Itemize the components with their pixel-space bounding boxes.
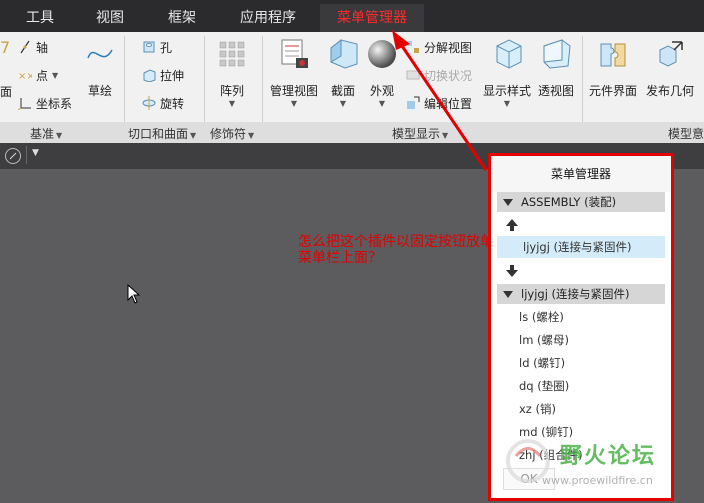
menu-item-label: xz (销) xyxy=(519,402,556,416)
collapse-triangle-icon xyxy=(503,199,513,206)
move-down-button[interactable] xyxy=(497,260,665,282)
menu-item[interactable]: ls (螺栓) xyxy=(497,306,665,328)
ljyjgj-section-header[interactable]: ljyjgj (连接与紧固件) xyxy=(497,284,665,304)
menu-item[interactable]: xz (销) xyxy=(497,398,665,420)
menu-item-label: lm (螺母) xyxy=(519,333,570,347)
menu-item-ljyjgj-selected[interactable]: ljyjgj (连接与紧固件) xyxy=(497,236,665,258)
assembly-section-header[interactable]: ASSEMBLY (装配) xyxy=(497,192,665,212)
assembly-section-label: ASSEMBLY (装配) xyxy=(521,195,617,209)
move-up-button[interactable] xyxy=(497,214,665,236)
ljyjgj-section-label: ljyjgj (连接与紧固件) xyxy=(521,287,630,301)
menu-item[interactable]: ld (螺钉) xyxy=(497,352,665,374)
dialog-title: 菜单管理器 xyxy=(491,156,671,192)
menu-item[interactable]: dq (垫圈) xyxy=(497,375,665,397)
menu-item-label: ls (螺栓) xyxy=(519,310,564,324)
watermark-url: www.proewildfire.cn xyxy=(542,474,653,487)
menu-item-label: ld (螺钉) xyxy=(519,356,566,370)
menu-item-label: dq (垫圈) xyxy=(519,379,570,393)
arrow-up-icon xyxy=(506,219,518,231)
watermark: 野火论坛 www.proewildfire.cn xyxy=(498,436,698,496)
watermark-text: 野火论坛 xyxy=(560,444,657,469)
arrow-down-icon xyxy=(506,265,518,277)
menu-item[interactable]: lm (螺母) xyxy=(497,329,665,351)
menu-item-label: ljyjgj (连接与紧固件) xyxy=(523,240,632,254)
collapse-triangle-icon xyxy=(503,291,513,298)
